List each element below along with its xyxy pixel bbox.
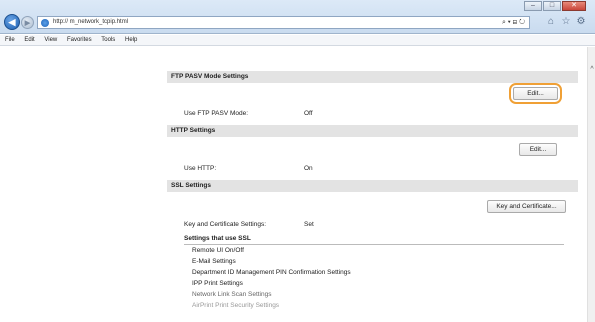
favorites-star-icon[interactable]: ☆	[560, 15, 572, 27]
left-panel	[0, 47, 160, 322]
link-network-link-scan[interactable]: Network Link Scan Settings	[192, 291, 271, 298]
ssl-uses-subhead: Settings that use SSL	[184, 235, 251, 242]
address-controls[interactable]: ⌕ ▾ ⊟ ↻	[502, 17, 525, 28]
back-button[interactable]: ◀	[4, 14, 20, 30]
menu-view[interactable]: View	[44, 35, 57, 46]
address-url: http:// m_network_tcpip.html	[53, 19, 129, 25]
ftp-pasv-value: Off	[304, 110, 313, 117]
gear-icon[interactable]: ⚙	[575, 15, 587, 27]
menu-edit[interactable]: Edit	[24, 35, 34, 46]
home-icon[interactable]: ⌂	[545, 15, 557, 27]
ssl-section-title: SSL Settings	[167, 180, 578, 192]
maximize-icon[interactable]: □	[543, 1, 561, 11]
arrow-right-icon: ▶	[24, 19, 31, 27]
menu-bar: File Edit View Favorites Tools Help	[0, 35, 595, 46]
browser-titlebar: – □ ✕ ◀ ▶ http:// m_network_tcpip.html ⌕…	[0, 0, 595, 34]
close-icon[interactable]: ✕	[562, 1, 586, 11]
divider	[184, 244, 564, 245]
http-label: Use HTTP:	[184, 165, 217, 172]
http-edit-button[interactable]: Edit...	[519, 143, 557, 156]
address-bar[interactable]: http:// m_network_tcpip.html ⌕ ▾ ⊟ ↻	[37, 16, 530, 29]
vertical-scrollbar[interactable]: ^	[587, 47, 595, 322]
http-value: On	[304, 165, 313, 172]
ssl-key-value: Set	[304, 221, 314, 228]
menu-help[interactable]: Help	[125, 35, 137, 46]
ftp-pasv-label: Use FTP PASV Mode:	[184, 110, 249, 117]
link-remote-ui[interactable]: Remote UI On/Off	[192, 247, 244, 254]
menu-file[interactable]: File	[5, 35, 15, 46]
page-viewport: FTP PASV Mode Settings Edit... Use FTP P…	[0, 47, 595, 322]
forward-button[interactable]: ▶	[21, 16, 34, 29]
link-ipp-print[interactable]: IPP Print Settings	[192, 280, 243, 287]
key-certificate-button[interactable]: Key and Certificate...	[487, 200, 566, 213]
ftp-edit-button[interactable]: Edit...	[513, 87, 558, 100]
link-airprint-security[interactable]: AirPrint Print Security Settings	[192, 302, 279, 309]
ie-favicon-icon	[41, 19, 49, 27]
http-section-title: HTTP Settings	[167, 125, 578, 137]
link-department-id[interactable]: Department ID Management PIN Confirmatio…	[192, 269, 351, 276]
link-email-settings[interactable]: E-Mail Settings	[192, 258, 236, 265]
scroll-up-icon[interactable]: ^	[589, 66, 595, 73]
menu-favorites[interactable]: Favorites	[67, 35, 92, 46]
ftp-section-title: FTP PASV Mode Settings	[167, 71, 578, 83]
arrow-left-icon: ◀	[8, 16, 16, 27]
minimize-icon[interactable]: –	[524, 1, 542, 11]
ssl-key-label: Key and Certificate Settings:	[184, 221, 267, 228]
menu-tools[interactable]: Tools	[101, 35, 115, 46]
